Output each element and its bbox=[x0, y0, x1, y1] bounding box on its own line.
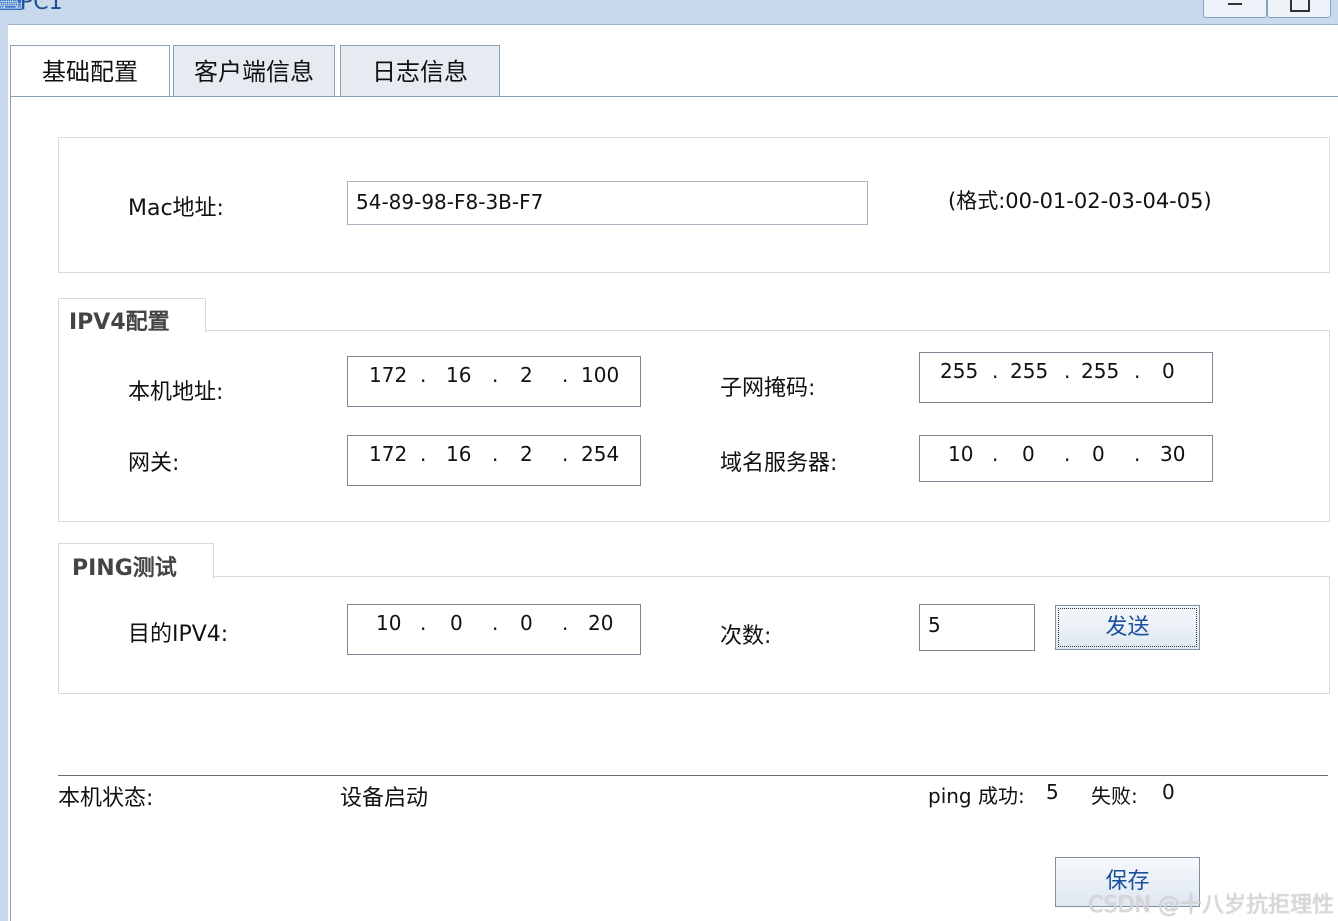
pc-icon: ⌨ bbox=[0, 0, 25, 15]
target-octet-2: 0 bbox=[450, 611, 463, 635]
mac-label: Mac地址: bbox=[128, 196, 224, 221]
ping-success-label: ping 成功: bbox=[928, 784, 1025, 808]
window-border bbox=[0, 24, 8, 921]
ping-target-input[interactable]: 10 . 0 . 0 . 20 bbox=[347, 604, 641, 655]
mac-address-input[interactable]: 54-89-98-F8-3B-F7 bbox=[347, 181, 868, 225]
gateway-label: 网关: bbox=[128, 451, 180, 476]
mask-octet-4: 0 bbox=[1162, 359, 1175, 383]
subnet-mask-label: 子网掩码: bbox=[720, 376, 816, 401]
ping-count-input[interactable]: 5 bbox=[919, 604, 1035, 651]
host-address-label: 本机地址: bbox=[128, 380, 224, 405]
dns-server-label: 域名服务器: bbox=[720, 451, 838, 476]
tab-basic-config[interactable]: 基础配置 bbox=[10, 45, 170, 98]
gateway-octet-3: 2 bbox=[520, 442, 533, 466]
host-octet-3: 2 bbox=[520, 363, 533, 387]
tab-client-info[interactable]: 客户端信息 bbox=[173, 45, 335, 96]
status-divider bbox=[58, 775, 1328, 776]
minimize-icon bbox=[1228, 3, 1242, 5]
gateway-input[interactable]: 172 . 16 . 2 . 254 bbox=[347, 435, 641, 486]
minimize-button[interactable] bbox=[1203, 0, 1267, 18]
host-octet-2: 16 bbox=[446, 363, 472, 387]
host-octet-1: 172 bbox=[369, 363, 408, 387]
ipv4-group-title: IPV4配置 bbox=[69, 310, 170, 335]
mask-octet-2: 255 bbox=[1010, 359, 1049, 383]
mask-octet-3: 255 bbox=[1081, 359, 1120, 383]
watermark: CSDN @十八岁抗拒理性 bbox=[1088, 893, 1334, 918]
mask-octet-1: 255 bbox=[940, 359, 979, 383]
dns-octet-2: 0 bbox=[1022, 442, 1035, 466]
maximize-icon bbox=[1290, 0, 1310, 12]
maximize-button[interactable] bbox=[1267, 0, 1331, 18]
subnet-mask-input[interactable]: 255 . 255 . 255 . 0 bbox=[919, 352, 1213, 403]
gateway-octet-1: 172 bbox=[369, 442, 408, 466]
ping-fail-count: 0 bbox=[1162, 780, 1175, 804]
ping-success-count: 5 bbox=[1046, 780, 1059, 804]
window-titlebar: ⌨ PC1 bbox=[0, 0, 1338, 25]
dns-server-input[interactable]: 10 . 0 . 0 . 30 bbox=[919, 435, 1213, 482]
host-octet-4: 100 bbox=[581, 363, 620, 387]
status-value: 设备启动 bbox=[340, 786, 429, 811]
ping-count-value: 5 bbox=[928, 613, 941, 637]
mac-address-value: 54-89-98-F8-3B-F7 bbox=[356, 190, 544, 214]
tab-log-info[interactable]: 日志信息 bbox=[340, 45, 500, 96]
target-octet-3: 0 bbox=[520, 611, 533, 635]
dns-octet-3: 0 bbox=[1092, 442, 1105, 466]
dns-octet-1: 10 bbox=[948, 442, 974, 466]
ping-fail-label: 失败: bbox=[1091, 784, 1138, 808]
send-button[interactable]: 发送 bbox=[1055, 605, 1200, 650]
window-title: PC1 bbox=[20, 0, 63, 15]
dns-octet-4: 30 bbox=[1160, 442, 1186, 466]
target-octet-4: 20 bbox=[588, 611, 614, 635]
host-address-input[interactable]: 172 . 16 . 2 . 100 bbox=[347, 356, 641, 407]
status-label: 本机状态: bbox=[58, 786, 154, 811]
gateway-octet-4: 254 bbox=[581, 442, 620, 466]
gateway-octet-2: 16 bbox=[446, 442, 472, 466]
ping-count-label: 次数: bbox=[720, 624, 772, 649]
ping-target-label: 目的IPV4: bbox=[128, 622, 229, 647]
mac-format-hint: (格式:00-01-02-03-04-05) bbox=[948, 189, 1212, 213]
target-octet-1: 10 bbox=[376, 611, 402, 635]
ping-group-title: PING测试 bbox=[72, 556, 177, 581]
